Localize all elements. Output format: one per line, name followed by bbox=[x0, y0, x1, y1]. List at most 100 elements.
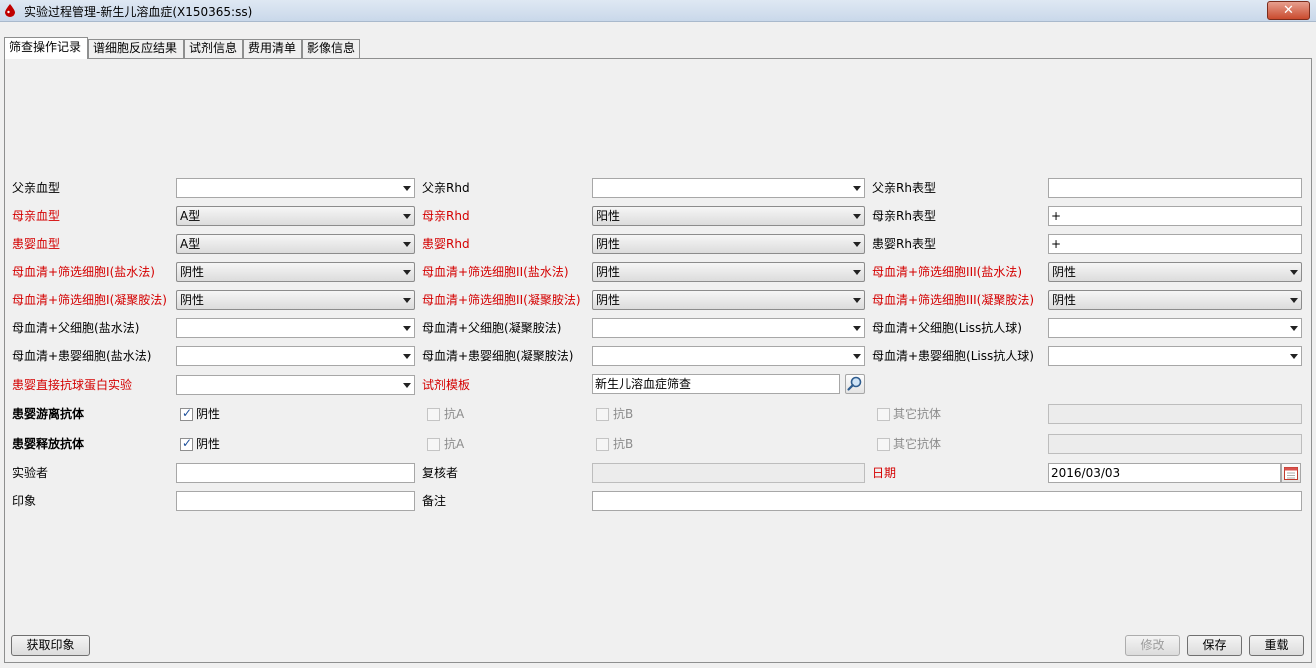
remark-label: 备注 bbox=[422, 494, 447, 508]
release-anti-b-label: 抗B bbox=[613, 437, 634, 451]
chevron-down-icon bbox=[853, 354, 861, 359]
screen-cell-3-polybrene-label: 母血清+筛选细胞III(凝聚胺法) bbox=[872, 293, 1035, 307]
get-impression-button[interactable]: 获取印象 bbox=[11, 635, 90, 656]
father-rhd-select[interactable] bbox=[592, 178, 865, 198]
chevron-down-icon bbox=[853, 186, 861, 191]
screen-cell-1-saline-select[interactable]: 阴性 bbox=[176, 262, 415, 282]
free-negative-checkbox[interactable]: ✓ bbox=[180, 406, 193, 421]
chevron-down-icon bbox=[403, 270, 411, 275]
screen-cell-2-saline-select[interactable]: 阴性 bbox=[592, 262, 865, 282]
child-cell-polybrene-select[interactable] bbox=[592, 346, 865, 366]
save-button[interactable]: 保存 bbox=[1187, 635, 1242, 656]
chevron-down-icon bbox=[853, 326, 861, 331]
release-anti-a-checkbox[interactable] bbox=[427, 438, 440, 451]
mother-abo-select[interactable]: A型 bbox=[176, 206, 415, 226]
father-cell-saline-select[interactable] bbox=[176, 318, 415, 338]
chevron-down-icon bbox=[403, 186, 411, 191]
tab-panel-cell-results[interactable]: 谱细胞反应结果 bbox=[88, 39, 184, 58]
father-abo-select[interactable] bbox=[176, 178, 415, 198]
chevron-down-icon bbox=[403, 354, 411, 359]
tab-reagent-info[interactable]: 试剂信息 bbox=[184, 39, 243, 58]
search-icon bbox=[847, 376, 862, 391]
chevron-down-icon bbox=[853, 298, 861, 303]
chevron-down-icon bbox=[1290, 354, 1298, 359]
release-negative-label: 阴性 bbox=[196, 437, 221, 451]
app-drop-icon bbox=[5, 4, 15, 17]
free-antibody-label: 患婴游离抗体 bbox=[12, 407, 85, 421]
child-abo-select[interactable]: A型 bbox=[176, 234, 415, 254]
mother-rh-phenotype-input[interactable]: + bbox=[1048, 206, 1302, 226]
calendar-icon bbox=[1284, 467, 1298, 480]
mother-rhd-label: 母亲Rhd bbox=[422, 209, 470, 223]
child-cell-polybrene-label: 母血清+患婴细胞(凝聚胺法) bbox=[422, 349, 574, 363]
mother-rh-phenotype-label: 母亲Rh表型 bbox=[872, 209, 936, 223]
release-other-antibody-checkbox[interactable] bbox=[877, 438, 890, 451]
direct-antiglobulin-label: 患婴直接抗球蛋白实验 bbox=[12, 378, 133, 392]
child-rh-phenotype-label: 患婴Rh表型 bbox=[872, 237, 936, 251]
child-cell-liss-label: 母血清+患婴细胞(Liss抗人球) bbox=[872, 349, 1034, 363]
child-rhd-select[interactable]: 阴性 bbox=[592, 234, 865, 254]
tester-input[interactable] bbox=[176, 463, 415, 483]
reagent-template-input[interactable]: 新生儿溶血症筛查 bbox=[592, 374, 840, 394]
chevron-down-icon bbox=[403, 242, 411, 247]
tab-fee-list[interactable]: 费用清单 bbox=[243, 39, 302, 58]
reviewer-label: 复核者 bbox=[422, 466, 459, 480]
father-rhd-label: 父亲Rhd bbox=[422, 181, 470, 195]
screen-cell-2-polybrene-select[interactable]: 阴性 bbox=[592, 290, 865, 310]
reagent-template-label: 试剂模板 bbox=[422, 378, 471, 392]
chevron-down-icon bbox=[403, 298, 411, 303]
free-anti-b-checkbox[interactable] bbox=[596, 408, 609, 421]
screen-cell-2-polybrene-label: 母血清+筛选细胞II(凝聚胺法) bbox=[422, 293, 581, 307]
modify-button[interactable]: 修改 bbox=[1125, 635, 1180, 656]
release-antibody-label: 患婴释放抗体 bbox=[12, 437, 85, 451]
free-negative-label: 阴性 bbox=[196, 407, 221, 421]
chevron-down-icon bbox=[403, 383, 411, 388]
child-cell-liss-select[interactable] bbox=[1048, 346, 1302, 366]
mother-rhd-select[interactable]: 阳性 bbox=[592, 206, 865, 226]
father-cell-saline-label: 母血清+父细胞(盐水法) bbox=[12, 321, 140, 335]
reviewer-input[interactable] bbox=[592, 463, 865, 483]
free-other-antibody-label: 其它抗体 bbox=[893, 407, 942, 421]
chevron-down-icon bbox=[1290, 298, 1298, 303]
chevron-down-icon bbox=[853, 214, 861, 219]
checkmark-icon: ✓ bbox=[182, 436, 193, 450]
chevron-down-icon bbox=[853, 270, 861, 275]
free-anti-a-checkbox[interactable] bbox=[427, 408, 440, 421]
mother-abo-label: 母亲血型 bbox=[12, 209, 61, 223]
calendar-button[interactable] bbox=[1281, 463, 1301, 483]
screen-cell-2-saline-label: 母血清+筛选细胞II(盐水法) bbox=[422, 265, 569, 279]
father-cell-polybrene-select[interactable] bbox=[592, 318, 865, 338]
reload-button[interactable]: 重载 bbox=[1249, 635, 1304, 656]
impression-input[interactable] bbox=[176, 491, 415, 511]
impression-label: 印象 bbox=[12, 494, 37, 508]
child-cell-saline-label: 母血清+患婴细胞(盐水法) bbox=[12, 349, 152, 363]
search-button[interactable] bbox=[845, 374, 865, 394]
free-anti-b-label: 抗B bbox=[613, 407, 634, 421]
screen-cell-3-saline-label: 母血清+筛选细胞III(盐水法) bbox=[872, 265, 1023, 279]
screen-cell-3-polybrene-select[interactable]: 阴性 bbox=[1048, 290, 1302, 310]
date-input[interactable]: 2016/03/03 bbox=[1048, 463, 1281, 483]
release-negative-checkbox[interactable]: ✓ bbox=[180, 436, 193, 451]
screen-cell-3-saline-select[interactable]: 阴性 bbox=[1048, 262, 1302, 282]
child-rh-phenotype-input[interactable]: + bbox=[1048, 234, 1302, 254]
release-other-antibody-input[interactable] bbox=[1048, 434, 1302, 454]
close-button[interactable]: ✕ bbox=[1267, 1, 1310, 20]
father-cell-liss-select[interactable] bbox=[1048, 318, 1302, 338]
remark-input[interactable] bbox=[592, 491, 1302, 511]
direct-antiglobulin-select[interactable] bbox=[176, 375, 415, 395]
screen-cell-1-polybrene-select[interactable]: 阴性 bbox=[176, 290, 415, 310]
free-other-antibody-input[interactable] bbox=[1048, 404, 1302, 424]
father-rh-phenotype-input[interactable] bbox=[1048, 178, 1302, 198]
tab-image-info[interactable]: 影像信息 bbox=[302, 39, 360, 58]
free-other-antibody-checkbox[interactable] bbox=[877, 408, 890, 421]
release-anti-a-label: 抗A bbox=[444, 437, 465, 451]
window-title: 实验过程管理-新生儿溶血症(X150365:ss) bbox=[24, 5, 253, 19]
release-anti-b-checkbox[interactable] bbox=[596, 438, 609, 451]
father-abo-label: 父亲血型 bbox=[12, 181, 61, 195]
free-anti-a-label: 抗A bbox=[444, 407, 465, 421]
date-label: 日期 bbox=[872, 466, 897, 480]
tab-screening-record[interactable]: 筛查操作记录 bbox=[4, 37, 88, 59]
chevron-down-icon bbox=[1290, 270, 1298, 275]
child-cell-saline-select[interactable] bbox=[176, 346, 415, 366]
chevron-down-icon bbox=[403, 214, 411, 219]
